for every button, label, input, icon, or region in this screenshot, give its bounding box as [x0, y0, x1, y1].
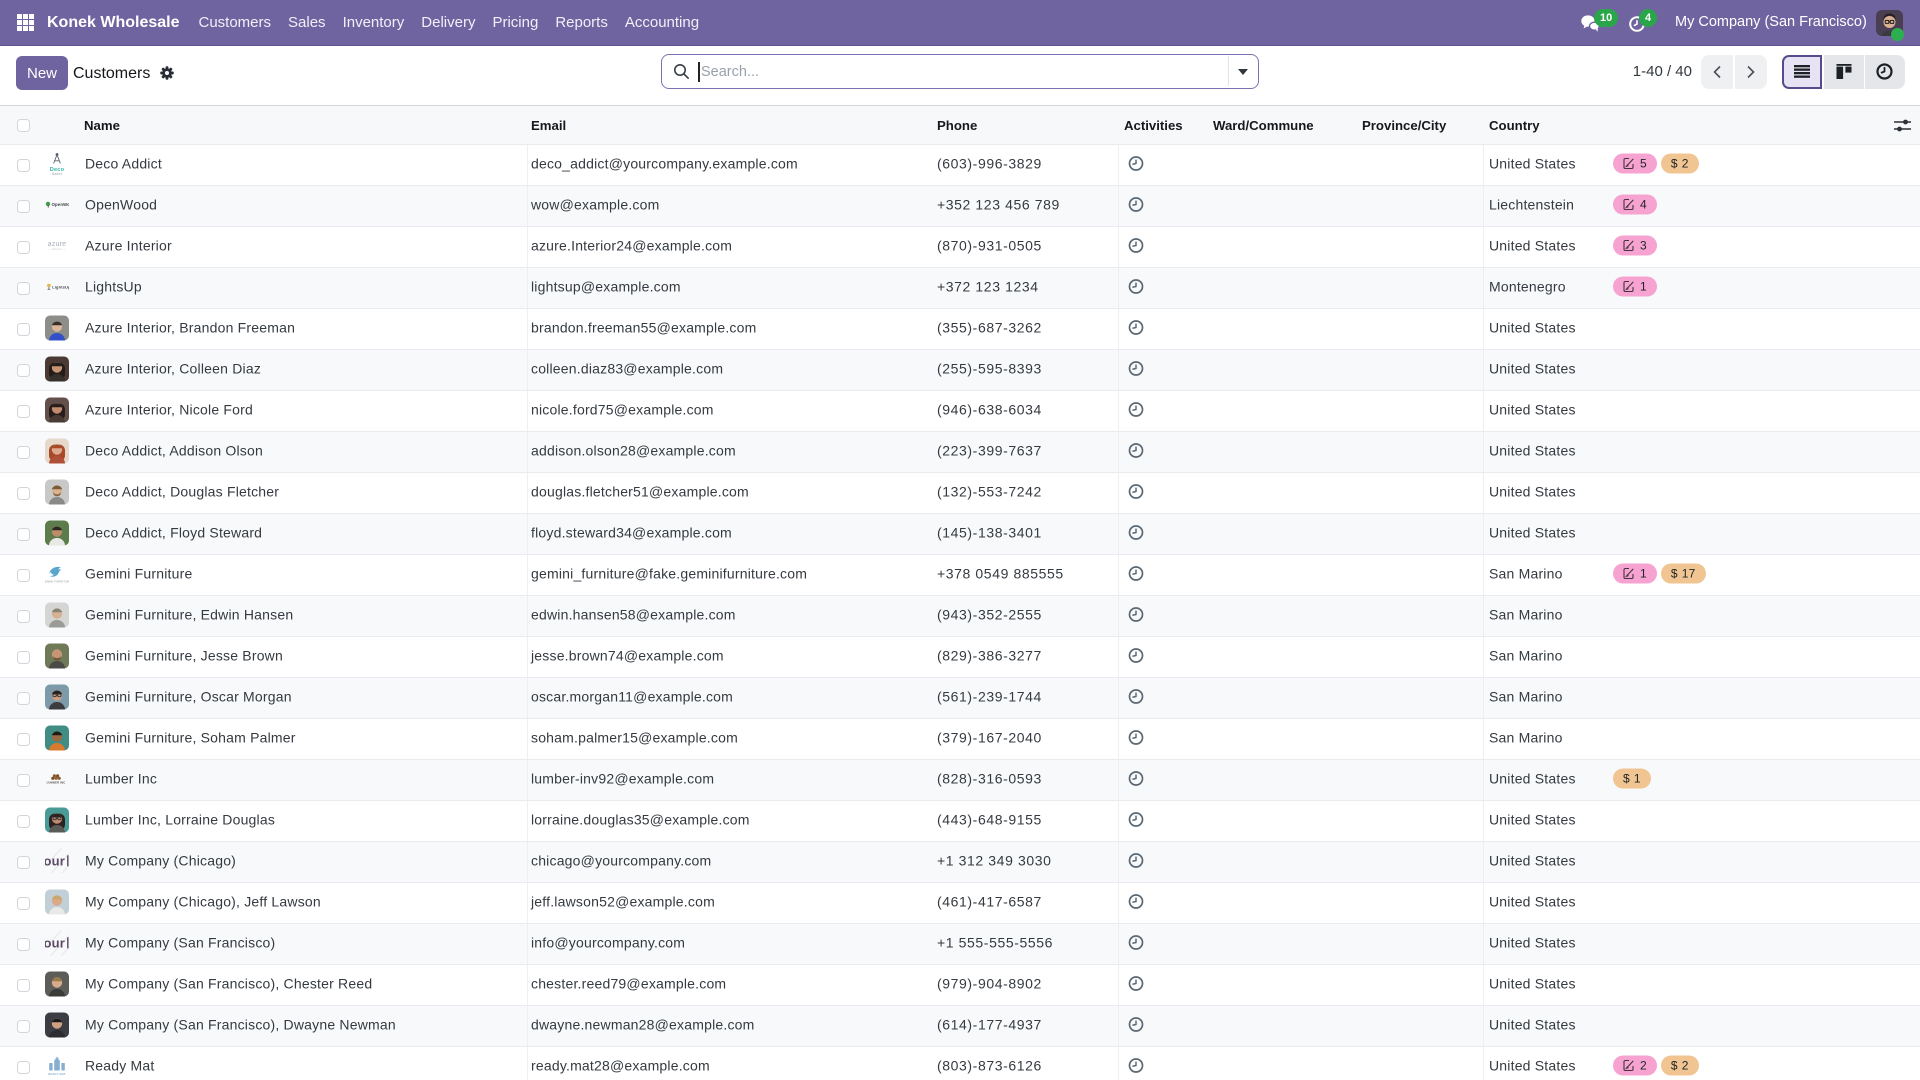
- svg-text:GEMINI FURNITURE: GEMINI FURNITURE: [45, 579, 69, 583]
- svg-text:LightsUp: LightsUp: [52, 284, 69, 289]
- svg-text:our: our: [45, 853, 65, 868]
- svg-text:our: our: [45, 935, 65, 950]
- svg-text:— interior —: — interior —: [47, 247, 66, 251]
- svg-text:LUMBER INC: LUMBER INC: [47, 780, 66, 784]
- svg-text:READY MAT: READY MAT: [48, 1071, 66, 1075]
- svg-text:OpenWood: OpenWood: [52, 202, 69, 207]
- svg-text:Addict: Addict: [52, 172, 62, 176]
